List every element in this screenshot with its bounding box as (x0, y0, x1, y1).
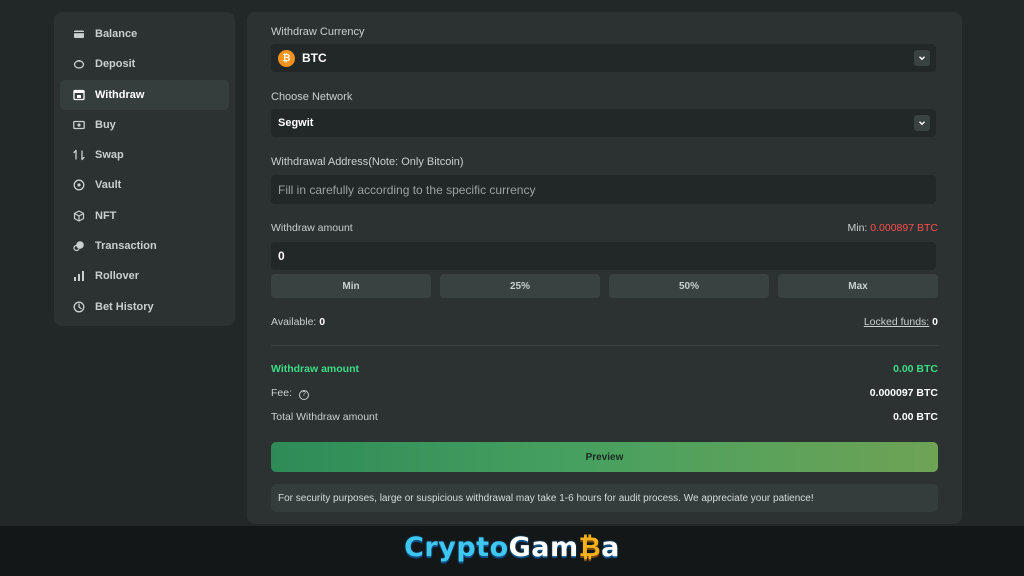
address-field[interactable] (271, 175, 936, 204)
fee-info: Fee: ? (271, 387, 309, 400)
sidebar-item-bet-history[interactable]: Bet History (60, 292, 229, 322)
summary-withdraw-row: Withdraw amount 0.00 BTC (271, 363, 938, 375)
divider (271, 345, 938, 346)
bitcoin-coin-icon: ₿ (578, 532, 602, 563)
sidebar-item-transaction[interactable]: Transaction (60, 231, 229, 261)
withdraw-panel: Withdraw Currency ₿ BTC Choose Network S… (247, 12, 962, 524)
sidebar-item-label: Swap (95, 149, 124, 162)
sidebar-item-label: Transaction (95, 240, 157, 253)
brand-part-3: a (601, 532, 620, 563)
sidebar-item-deposit[interactable]: Deposit (60, 49, 229, 79)
min-value: 0.000897 BTC (870, 222, 938, 234)
fee-label: Fee: (271, 387, 293, 399)
available-value: 0 (319, 316, 326, 328)
amount-field[interactable] (271, 242, 936, 270)
address-label: Withdrawal Address(Note: Only Bitcoin) (271, 156, 464, 168)
brand-part-2: Gam (508, 532, 579, 563)
sidebar-item-rollover[interactable]: Rollover (60, 261, 229, 291)
locked-funds-link[interactable]: Locked funds: (864, 316, 929, 328)
sidebar-item-buy[interactable]: Buy (60, 110, 229, 140)
available-info: Available: 0 (271, 316, 325, 328)
sidebar-item-label: Buy (95, 118, 116, 131)
sidebar: Balance Deposit Withdraw Buy Swap Vault … (54, 12, 235, 326)
chevron-down-icon[interactable] (914, 50, 930, 66)
swap-icon (72, 148, 86, 162)
currency-label: Withdraw Currency (271, 26, 365, 38)
cash-icon (72, 118, 86, 132)
sidebar-item-balance[interactable]: Balance (60, 19, 229, 49)
question-circle-icon[interactable]: ? (298, 389, 309, 400)
min-button[interactable]: Min (271, 274, 431, 298)
amount-input[interactable] (278, 249, 929, 263)
vault-icon (72, 178, 86, 192)
network-value: Segwit (278, 117, 314, 129)
total-value: 0.00 BTC (893, 411, 938, 423)
sidebar-item-withdraw[interactable]: Withdraw (60, 79, 229, 110)
fee-value: 0.000097 BTC (869, 387, 938, 400)
50-percent-button[interactable]: 50% (609, 274, 769, 298)
app-window: Balance Deposit Withdraw Buy Swap Vault … (0, 0, 1024, 526)
currency-select[interactable]: ₿ BTC (271, 44, 936, 72)
total-label: Total Withdraw amount (271, 411, 378, 423)
sidebar-item-label: NFT (95, 209, 117, 222)
chevron-down-icon[interactable] (914, 115, 930, 131)
sidebar-item-nft[interactable]: NFT (60, 201, 229, 231)
currency-value: BTC (302, 51, 327, 65)
bitcoin-icon: ₿ (278, 49, 295, 67)
security-notice: For security purposes, large or suspicio… (271, 484, 938, 512)
preview-button[interactable]: Preview (271, 442, 938, 472)
sidebar-item-label: Rollover (95, 270, 140, 283)
brand-logo: CryptoGam₿a (0, 532, 1024, 563)
amount-header: Withdraw amount Min: 0.000897 BTC (271, 222, 938, 234)
summary-withdraw-value: 0.00 BTC (893, 363, 938, 375)
sidebar-item-label: Vault (95, 179, 122, 192)
fee-row: Fee: ? 0.000097 BTC (271, 387, 938, 400)
bar-chart-icon (72, 269, 86, 283)
max-button[interactable]: Max (778, 274, 938, 298)
withdraw-icon (72, 88, 86, 102)
address-input[interactable] (278, 182, 929, 197)
sidebar-item-label: Bet History (95, 300, 154, 313)
sidebar-item-label: Deposit (95, 58, 136, 71)
min-info: Min: 0.000897 BTC (848, 222, 938, 234)
sidebar-item-label: Withdraw (95, 88, 145, 101)
sidebar-item-swap[interactable]: Swap (60, 140, 229, 170)
quick-amount-row: Min 25% 50% Max (271, 274, 938, 298)
locked-info: Locked funds: 0 (864, 316, 938, 328)
network-label: Choose Network (271, 91, 353, 103)
total-row: Total Withdraw amount 0.00 BTC (271, 411, 938, 423)
summary-withdraw-label: Withdraw amount (271, 363, 359, 375)
network-select[interactable]: Segwit (271, 109, 936, 137)
available-label: Available: (271, 316, 317, 328)
amount-label: Withdraw amount (271, 222, 353, 234)
25-percent-button[interactable]: 25% (440, 274, 600, 298)
clock-icon (72, 300, 86, 314)
transaction-icon (72, 239, 86, 253)
sidebar-item-label: Balance (95, 28, 138, 40)
min-label: Min: (847, 222, 868, 234)
piggy-bank-icon (72, 57, 86, 71)
brand-part-1: Crypto (404, 532, 509, 563)
cube-icon (72, 209, 86, 223)
sidebar-item-vault[interactable]: Vault (60, 170, 229, 200)
balance-row: Available: 0 Locked funds: 0 (271, 316, 938, 328)
wallet-icon (72, 27, 86, 41)
locked-value: 0 (932, 316, 938, 328)
